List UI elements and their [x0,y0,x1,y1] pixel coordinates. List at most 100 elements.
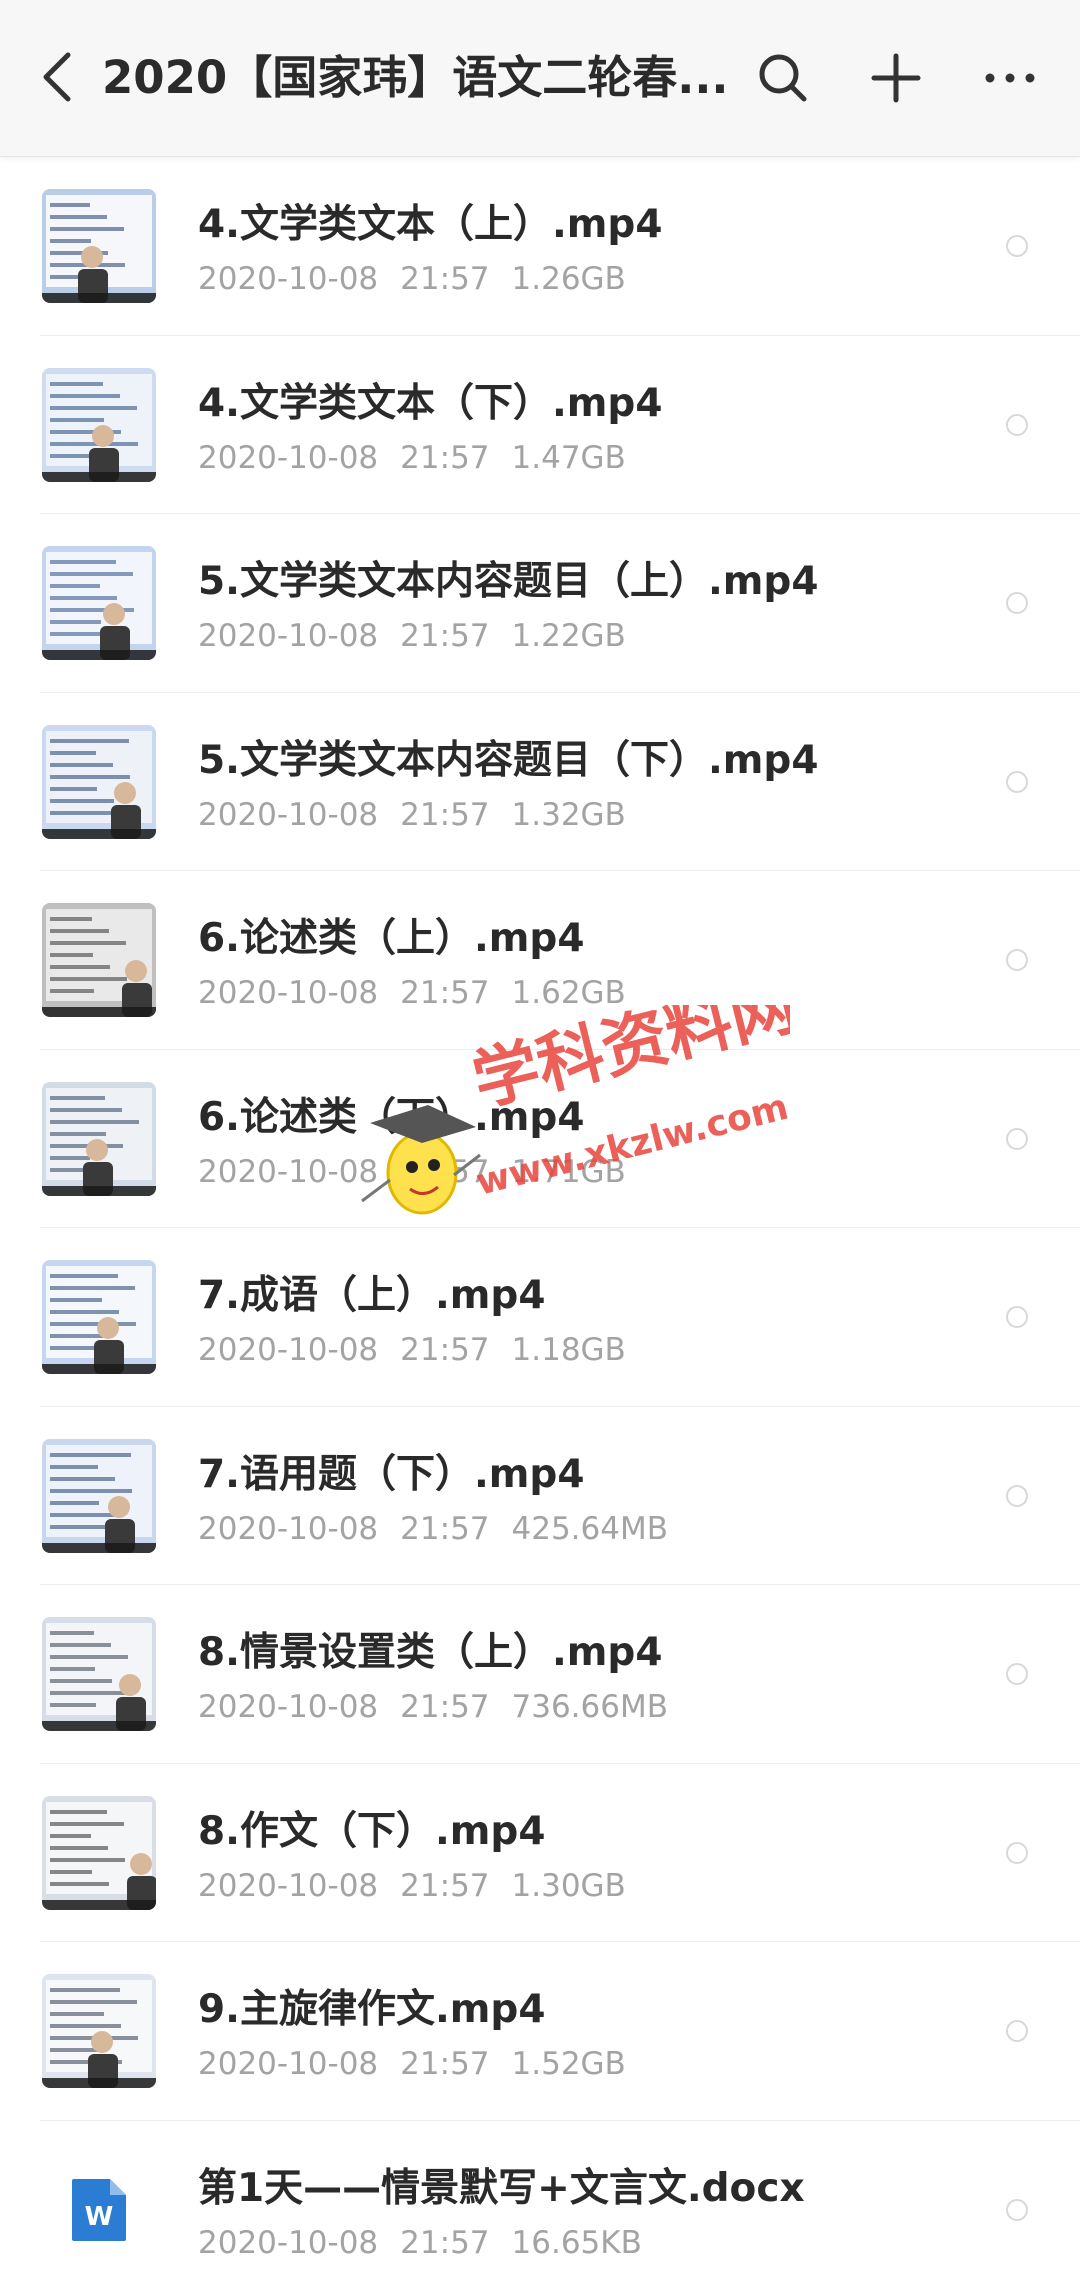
video-thumbnail [42,1617,156,1731]
add-button[interactable] [858,40,934,116]
file-date: 2020-10-08 [198,618,379,654]
select-radio-button[interactable] [1006,235,1028,257]
file-size: 1.47GB [511,439,626,476]
select-radio-button[interactable] [1006,770,1028,793]
chevron-left-icon [43,52,71,102]
video-thumbnail [42,1260,156,1374]
file-date: 2020-10-08 [198,975,379,1011]
file-time: 21:57 [400,1510,490,1547]
more-options-button[interactable] [972,40,1048,116]
file-meta: 2020-10-08 21:57 1.52GB [198,2044,648,2084]
video-thumbnail [42,546,156,660]
file-name: 5.文学类文本内容题目（上）.mp4 [198,559,819,604]
file-meta: 2020-10-08 21:57 425.64MB [198,1509,690,1549]
video-thumbnail [42,724,156,839]
file-list-item[interactable]: 6.论述类（上）.mp4 2020-10-08 21:57 1.62GB [0,871,1080,1050]
back-button[interactable] [28,42,88,112]
file-size: 425.64MB [511,1510,668,1547]
file-list-item[interactable]: 5.文学类文本内容题目（上）.mp4 2020-10-08 21:57 1.22GB [0,514,1080,693]
file-time: 21:57 [400,796,490,833]
file-meta: 2020-10-08 21:57 1.30GB [198,1866,648,1906]
file-name: 第1天——情景默写+文言文.docx [198,2165,805,2211]
select-radio-button[interactable] [1006,2020,1028,2042]
file-meta: 2020-10-08 21:57 1.18GB [198,1330,648,1370]
file-browser-screen: 2020【国家玮】语文二轮春... 4.文学类文本（上）.mp4 2020-10-… [0,0,1080,2294]
file-size: 1.71GB [511,1153,626,1190]
file-date: 2020-10-08 [198,1867,379,1904]
file-size: 1.32GB [511,796,626,833]
file-name: 8.作文（下）.mp4 [198,1808,546,1854]
file-time: 21:57 [400,975,490,1011]
file-size: 1.22GB [511,618,626,654]
search-button[interactable] [745,40,821,116]
file-size: 1.62GB [511,975,626,1011]
file-size: 1.52GB [511,2046,626,2082]
file-list-item[interactable]: W 第1天——情景默写+文言文.docx 2020-10-08 21:57 16.65K… [0,2121,1080,2294]
file-time: 21:57 [400,1332,490,1368]
file-size: 1.18GB [511,1332,626,1368]
plus-icon [871,53,921,103]
video-thumbnail [42,189,156,303]
more-horizontal-icon [985,73,1035,83]
file-time: 21:57 [400,439,490,476]
select-radio-button[interactable] [1006,413,1028,436]
file-list-item[interactable]: 4.文学类文本（下）.mp4 2020-10-08 21:57 1.47GB [0,336,1080,515]
file-list-item[interactable]: 6.论述类（下）.mp4 2020-10-08 21:57 1.71GB [0,1050,1080,1229]
select-radio-button[interactable] [1006,949,1028,971]
file-meta: 2020-10-08 21:57 736.66MB [198,1687,690,1727]
file-name: 4.文学类文本（下）.mp4 [198,380,663,426]
file-name: 6.论述类（上）.mp4 [198,916,585,961]
file-list-item[interactable]: 4.文学类文本（上）.mp4 2020-10-08 21:57 1.26GB [0,157,1080,336]
video-thumbnail [42,903,156,1017]
file-meta: 2020-10-08 21:57 1.62GB [198,973,648,1013]
file-list-item[interactable]: 9.主旋律作文.mp4 2020-10-08 21:57 1.52GB [0,1942,1080,2121]
file-date: 2020-10-08 [198,1153,379,1190]
file-name: 4.文学类文本（上）.mp4 [198,202,663,247]
video-thumbnail [42,1081,156,1196]
file-time: 21:57 [400,1153,490,1190]
file-date: 2020-10-08 [198,261,379,297]
file-meta: 2020-10-08 21:57 1.22GB [198,616,648,656]
select-radio-button[interactable] [1006,592,1028,614]
video-thumbnail [42,367,156,482]
select-radio-button[interactable] [1006,1841,1028,1864]
file-list-item[interactable]: 8.作文（下）.mp4 2020-10-08 21:57 1.30GB [0,1764,1080,1943]
file-meta: 2020-10-08 21:57 1.32GB [198,795,648,835]
docx-file-icon: W [42,2153,156,2267]
file-size: 736.66MB [511,1689,668,1725]
select-radio-button[interactable] [1006,1127,1028,1150]
file-time: 21:57 [400,261,490,297]
select-radio-button[interactable] [1006,1484,1028,1507]
top-navigation-bar: 2020【国家玮】语文二轮春... [0,0,1080,157]
folder-title: 2020【国家玮】语文二轮春... [102,51,729,104]
video-thumbnail [42,1438,156,1553]
file-list-item[interactable]: 8.情景设置类（上）.mp4 2020-10-08 21:57 736.66MB [0,1585,1080,1764]
file-date: 2020-10-08 [198,796,379,833]
file-date: 2020-10-08 [198,439,379,476]
video-thumbnail [42,1795,156,1910]
file-size: 1.26GB [511,261,626,297]
file-list-item[interactable]: 5.文学类文本内容题目（下）.mp4 2020-10-08 21:57 1.32GB [0,693,1080,872]
file-time: 21:57 [400,618,490,654]
file-meta: 2020-10-08 21:57 16.65KB [198,2223,664,2263]
file-name: 9.主旋律作文.mp4 [198,1987,546,2032]
file-list-item[interactable]: 7.成语（上）.mp4 2020-10-08 21:57 1.18GB [0,1228,1080,1407]
select-radio-button[interactable] [1006,2198,1028,2221]
file-time: 21:57 [400,1867,490,1904]
file-size: 1.30GB [511,1867,626,1904]
file-name: 7.成语（上）.mp4 [198,1273,546,1318]
file-date: 2020-10-08 [198,2046,379,2082]
file-time: 21:57 [400,2046,490,2082]
file-time: 21:57 [400,1689,490,1725]
select-radio-button[interactable] [1006,1306,1028,1328]
file-date: 2020-10-08 [198,1332,379,1368]
file-meta: 2020-10-08 21:57 1.26GB [198,259,648,299]
select-radio-button[interactable] [1006,1663,1028,1685]
file-list-item[interactable]: 7.语用题（下）.mp4 2020-10-08 21:57 425.64MB [0,1407,1080,1586]
file-name: 6.论述类（下）.mp4 [198,1094,585,1140]
file-date: 2020-10-08 [198,1510,379,1547]
file-name: 7.语用题（下）.mp4 [198,1451,585,1497]
file-list: 4.文学类文本（上）.mp4 2020-10-08 21:57 1.26GB 4.文学类… [0,157,1080,2294]
file-size: 16.65KB [511,2224,642,2261]
file-name: 5.文学类文本内容题目（下）.mp4 [198,737,819,783]
